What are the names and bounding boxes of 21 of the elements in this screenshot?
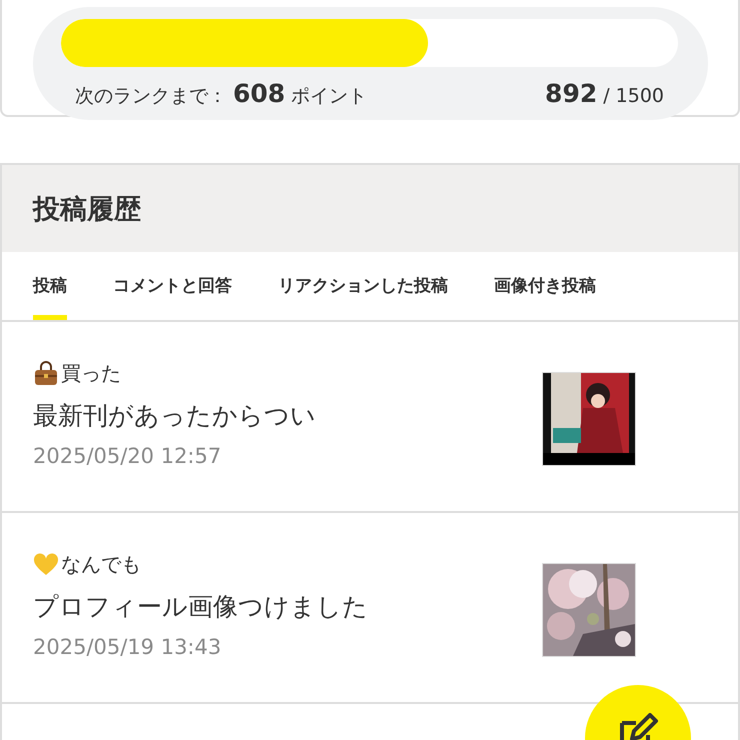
total-points: 1500 bbox=[616, 85, 664, 107]
category-label: 買った bbox=[61, 360, 121, 387]
post-title: プロフィール画像つけました bbox=[33, 591, 368, 623]
heart-icon bbox=[33, 552, 59, 578]
section-title: 投稿履歴 bbox=[33, 192, 141, 226]
tab[interactable]: コメントと回答 bbox=[113, 252, 232, 320]
handbag-icon bbox=[33, 360, 59, 386]
post-title: 最新刊があったからつい bbox=[33, 400, 316, 432]
remaining-points: 608 bbox=[233, 79, 286, 108]
post-item[interactable]: なんでも プロフィール画像つけました 2025/05/19 13:43 bbox=[2, 513, 738, 704]
post-date: 2025/05/19 13:43 bbox=[33, 635, 222, 659]
tab[interactable]: リアクションした投稿 bbox=[278, 252, 448, 320]
post-date: 2025/05/20 12:57 bbox=[33, 444, 222, 468]
tab[interactable]: 投稿 bbox=[33, 252, 67, 320]
points-unit: ポイント bbox=[291, 84, 368, 109]
post-item[interactable]: 買った 最新刊があったからつい 2025/05/20 12:57 bbox=[2, 322, 738, 513]
separator: / bbox=[603, 85, 610, 107]
tab[interactable]: 画像付き投稿 bbox=[494, 252, 596, 320]
rank-label: 次のランクまで： bbox=[75, 84, 227, 109]
current-points: 892 bbox=[545, 79, 598, 108]
category-label: なんでも bbox=[61, 551, 141, 578]
